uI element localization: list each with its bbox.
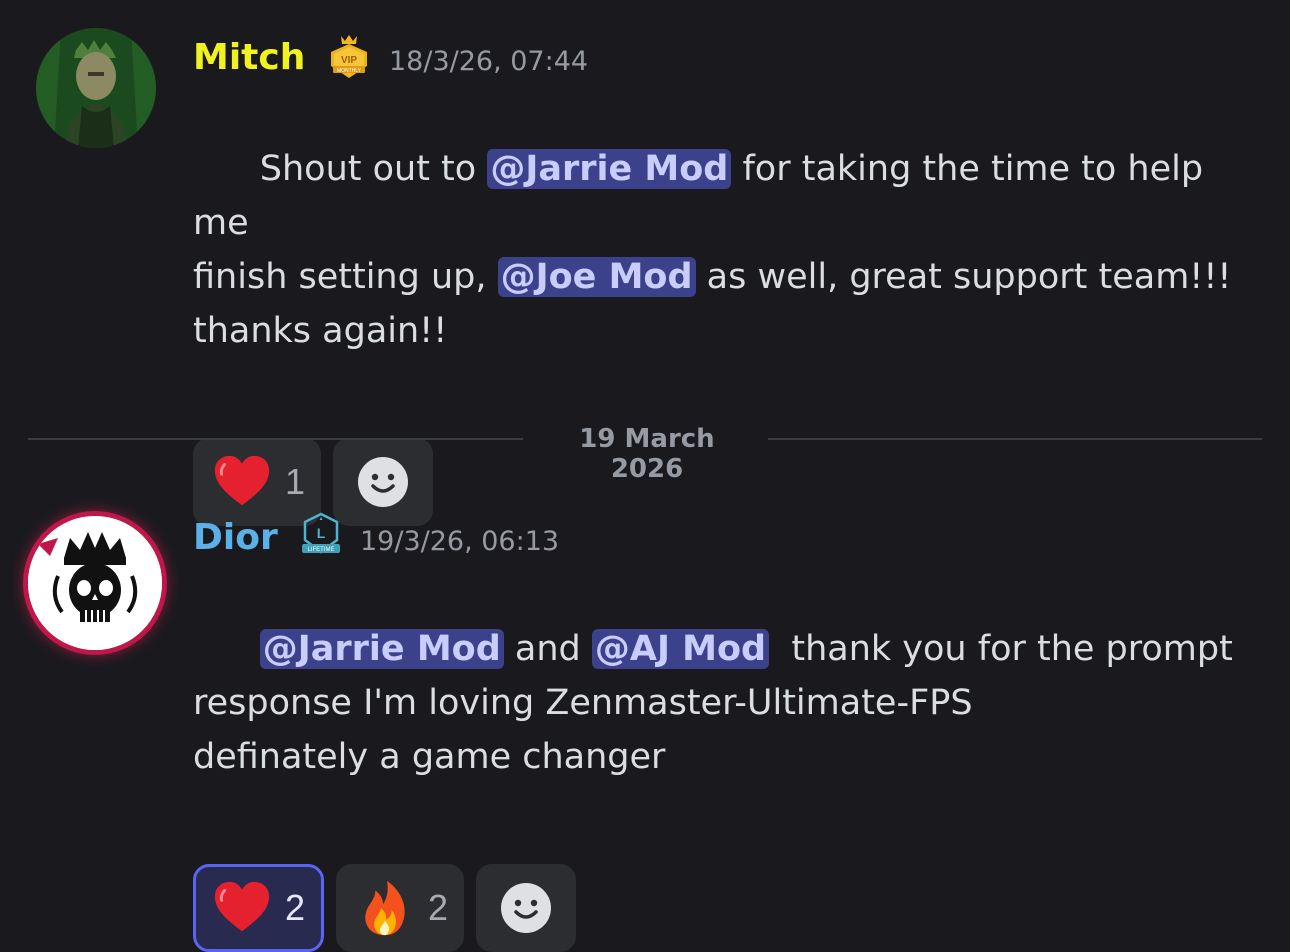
avatar[interactable]	[36, 28, 156, 148]
reaction-count: 2	[428, 887, 449, 928]
reaction-count: 2	[285, 887, 306, 928]
lifetime-badge-icon[interactable]: L LIFETIME	[299, 510, 343, 560]
username[interactable]: Dior	[193, 516, 278, 560]
reaction-red-heart[interactable]: 2	[193, 864, 325, 952]
timestamp: 19/3/26, 06:13	[360, 526, 560, 557]
skull-crown-avatar-image	[28, 516, 162, 650]
divider-line	[768, 438, 1262, 440]
smiley-icon	[501, 883, 552, 933]
message-text: Shout out to @Jarrie Mod for taking the …	[193, 88, 1253, 412]
reaction-count: 1	[285, 461, 306, 502]
add-reaction-button[interactable]	[476, 864, 577, 952]
timestamp: 18/3/26, 07:44	[389, 46, 589, 77]
reactions-bar: 2 2	[193, 864, 1250, 952]
svg-text:VIP: VIP	[341, 55, 357, 66]
divider-line	[28, 438, 523, 440]
text-fragment: Shout out to	[259, 149, 488, 189]
vip-monthly-badge-icon[interactable]: VIP MONTHLY	[327, 32, 371, 82]
mention-jarrie-mod[interactable]: @Jarrie Mod	[487, 149, 732, 189]
mention-jarrie-mod[interactable]: @Jarrie Mod	[259, 629, 504, 669]
date-divider-label: 19 March 2026	[579, 424, 715, 484]
text-fragment: and	[503, 629, 592, 669]
username[interactable]: Mitch	[193, 36, 305, 80]
red-heart-icon	[214, 455, 270, 506]
svg-text:LIFETIME: LIFETIME	[307, 547, 334, 553]
svg-text:L: L	[317, 525, 326, 541]
reaction-fire[interactable]: 2	[336, 864, 465, 952]
avatar-image	[36, 28, 156, 148]
svg-text:MONTHLY: MONTHLY	[337, 68, 362, 74]
message-text: @Jarrie Mod and @AJ Mod thank you for th…	[193, 568, 1253, 838]
fire-icon	[365, 880, 405, 936]
mention-joe-mod[interactable]: @Joe Mod	[497, 257, 696, 297]
avatar[interactable]	[28, 516, 162, 650]
red-heart-icon	[214, 881, 270, 932]
smiley-icon	[358, 457, 409, 507]
mention-aj-mod[interactable]: @AJ Mod	[591, 629, 770, 669]
date-divider: 19 March 2026	[28, 424, 1262, 484]
